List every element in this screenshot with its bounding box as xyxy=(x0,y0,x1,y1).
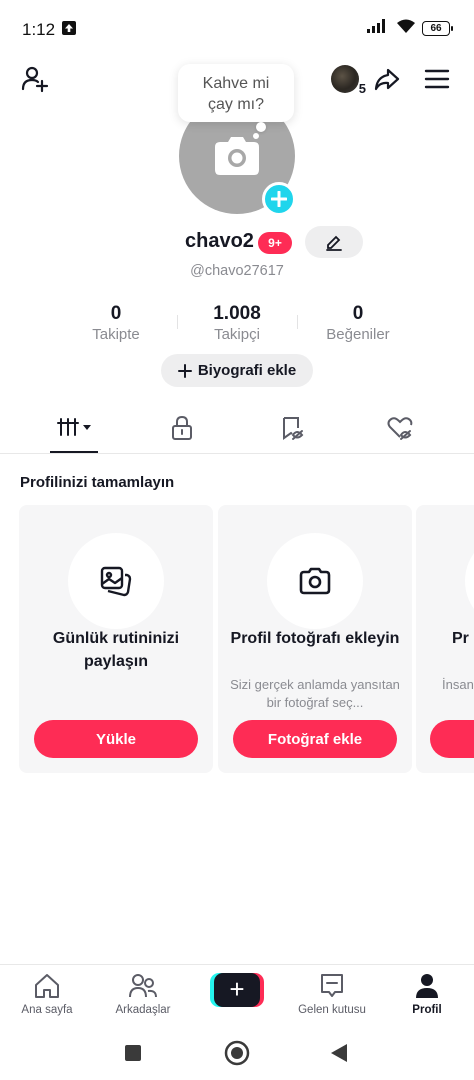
profile-icon xyxy=(416,974,438,998)
status-bar: 1:12 66 xyxy=(0,0,474,58)
card-icon-circle xyxy=(267,533,363,629)
create-button[interactable]: + xyxy=(210,973,264,1007)
upload-icon xyxy=(62,21,76,35)
menu-icon[interactable] xyxy=(420,62,454,96)
tab-private[interactable] xyxy=(152,408,212,453)
status-indicators: 66 xyxy=(366,18,453,39)
nav-profile[interactable]: Profil xyxy=(382,971,472,1016)
share-icon[interactable] xyxy=(370,62,404,96)
friends-icon xyxy=(129,974,157,998)
card-partial: Pr İnsan xyxy=(416,505,474,773)
tab-liked[interactable] xyxy=(370,408,430,453)
tab-reposts[interactable] xyxy=(262,408,322,453)
add-bio-button[interactable]: Biyografi ekle xyxy=(161,354,313,387)
recent-apps-button[interactable] xyxy=(120,1040,146,1066)
stat-likes[interactable]: 0 Beğeniler xyxy=(298,303,418,345)
system-nav xyxy=(0,1026,474,1080)
circle-icon xyxy=(224,1040,250,1066)
notification-badge[interactable]: 9+ xyxy=(258,232,292,254)
pencil-icon xyxy=(326,235,342,251)
signal-icon xyxy=(366,18,390,39)
square-icon xyxy=(125,1045,141,1061)
nav-label: Arkadaşlar xyxy=(115,1004,171,1016)
plus-icon: + xyxy=(214,973,260,1007)
nav-label: Profil xyxy=(412,1004,442,1016)
camera-icon xyxy=(299,567,331,595)
card-icon-circle xyxy=(68,533,164,629)
section-title: Profilinizi tamamlayın xyxy=(20,474,175,491)
note-line-2: çay mı? xyxy=(207,96,264,113)
videos-grid-icon xyxy=(57,418,91,436)
card-title: Profil fotoğrafı ekleyin xyxy=(230,630,400,647)
card-icon-circle xyxy=(465,533,474,629)
tab-videos[interactable] xyxy=(45,408,105,453)
back-button[interactable] xyxy=(326,1040,352,1066)
bubble-tail xyxy=(256,122,266,132)
add-bio-label: Biyografi ekle xyxy=(197,362,297,379)
battery-icon: 66 xyxy=(422,21,453,36)
content-tabs xyxy=(0,408,474,454)
card-title: Pr xyxy=(452,630,469,647)
bubble-tail-small xyxy=(253,133,259,139)
stat-label: Takipte xyxy=(92,326,140,343)
nav-label: Ana sayfa xyxy=(21,1004,73,1016)
nav-inbox[interactable]: Gelen kutusu xyxy=(287,971,377,1016)
wifi-icon xyxy=(396,18,416,39)
friends-count: 5 xyxy=(358,81,366,96)
card-title: Günlük rutininizi paylaşın xyxy=(52,630,180,670)
card-description: İnsan xyxy=(442,677,474,692)
lock-icon xyxy=(172,415,192,440)
photos-icon xyxy=(100,566,132,597)
nav-friends[interactable]: Arkadaşlar xyxy=(98,971,188,1016)
stat-label: Takipçi xyxy=(214,326,260,343)
add-friend-icon[interactable] xyxy=(18,62,52,96)
stat-value: 0 xyxy=(352,303,364,324)
note-bubble[interactable]: Kahve mi çay mı? xyxy=(178,64,294,122)
stats-row: 0 Takipte 1.008 Takipçi 0 Beğeniler xyxy=(0,303,474,347)
username: chavo2 xyxy=(185,230,254,252)
hidden-heart-icon xyxy=(387,417,413,440)
edit-profile-button[interactable] xyxy=(305,226,363,258)
plus-icon xyxy=(271,191,287,207)
nav-label: Gelen kutusu xyxy=(298,1004,366,1016)
camera-icon xyxy=(215,137,259,175)
bottom-nav: Ana sayfa Arkadaşlar + Gelen kutusu Prof… xyxy=(0,964,474,1026)
hidden-bookmark-icon xyxy=(283,417,304,440)
add-photo-card-button[interactable]: Fotoğraf ekle xyxy=(233,720,397,758)
home-system-button[interactable] xyxy=(224,1040,250,1066)
add-photo-button[interactable] xyxy=(262,182,296,216)
friends-avatar-button[interactable]: 5 xyxy=(328,62,366,96)
user-handle: @chavo27617 xyxy=(190,263,284,279)
stat-following[interactable]: 0 Takipte xyxy=(56,303,176,345)
plus-icon xyxy=(177,363,192,378)
stat-label: Beğeniler xyxy=(326,326,390,343)
card-description: Sizi gerçek anlamda yansıtan bir fotoğra… xyxy=(230,677,400,710)
inbox-icon xyxy=(321,974,343,997)
status-time: 1:12 xyxy=(22,20,56,39)
upload-button[interactable]: Yükle xyxy=(34,720,198,758)
stat-value: 1.008 xyxy=(213,303,261,324)
card-add-photo: Profil fotoğrafı ekleyin Sizi gerçek anl… xyxy=(218,505,412,773)
stat-followers[interactable]: 1.008 Takipçi xyxy=(177,303,297,345)
name-row: chavo2 9+ xyxy=(0,226,474,260)
card-button[interactable] xyxy=(430,720,474,758)
note-line-1: Kahve mi xyxy=(202,75,270,92)
card-share-routine: Günlük rutininizi paylaşın Yükle xyxy=(19,505,213,773)
profile-cards: Günlük rutininizi paylaşın Yükle Profil … xyxy=(0,505,474,773)
home-icon xyxy=(35,974,59,998)
stat-value: 0 xyxy=(110,303,122,324)
nav-home[interactable]: Ana sayfa xyxy=(2,971,92,1016)
back-triangle-icon xyxy=(331,1044,347,1062)
avatar: 5 xyxy=(331,65,366,96)
